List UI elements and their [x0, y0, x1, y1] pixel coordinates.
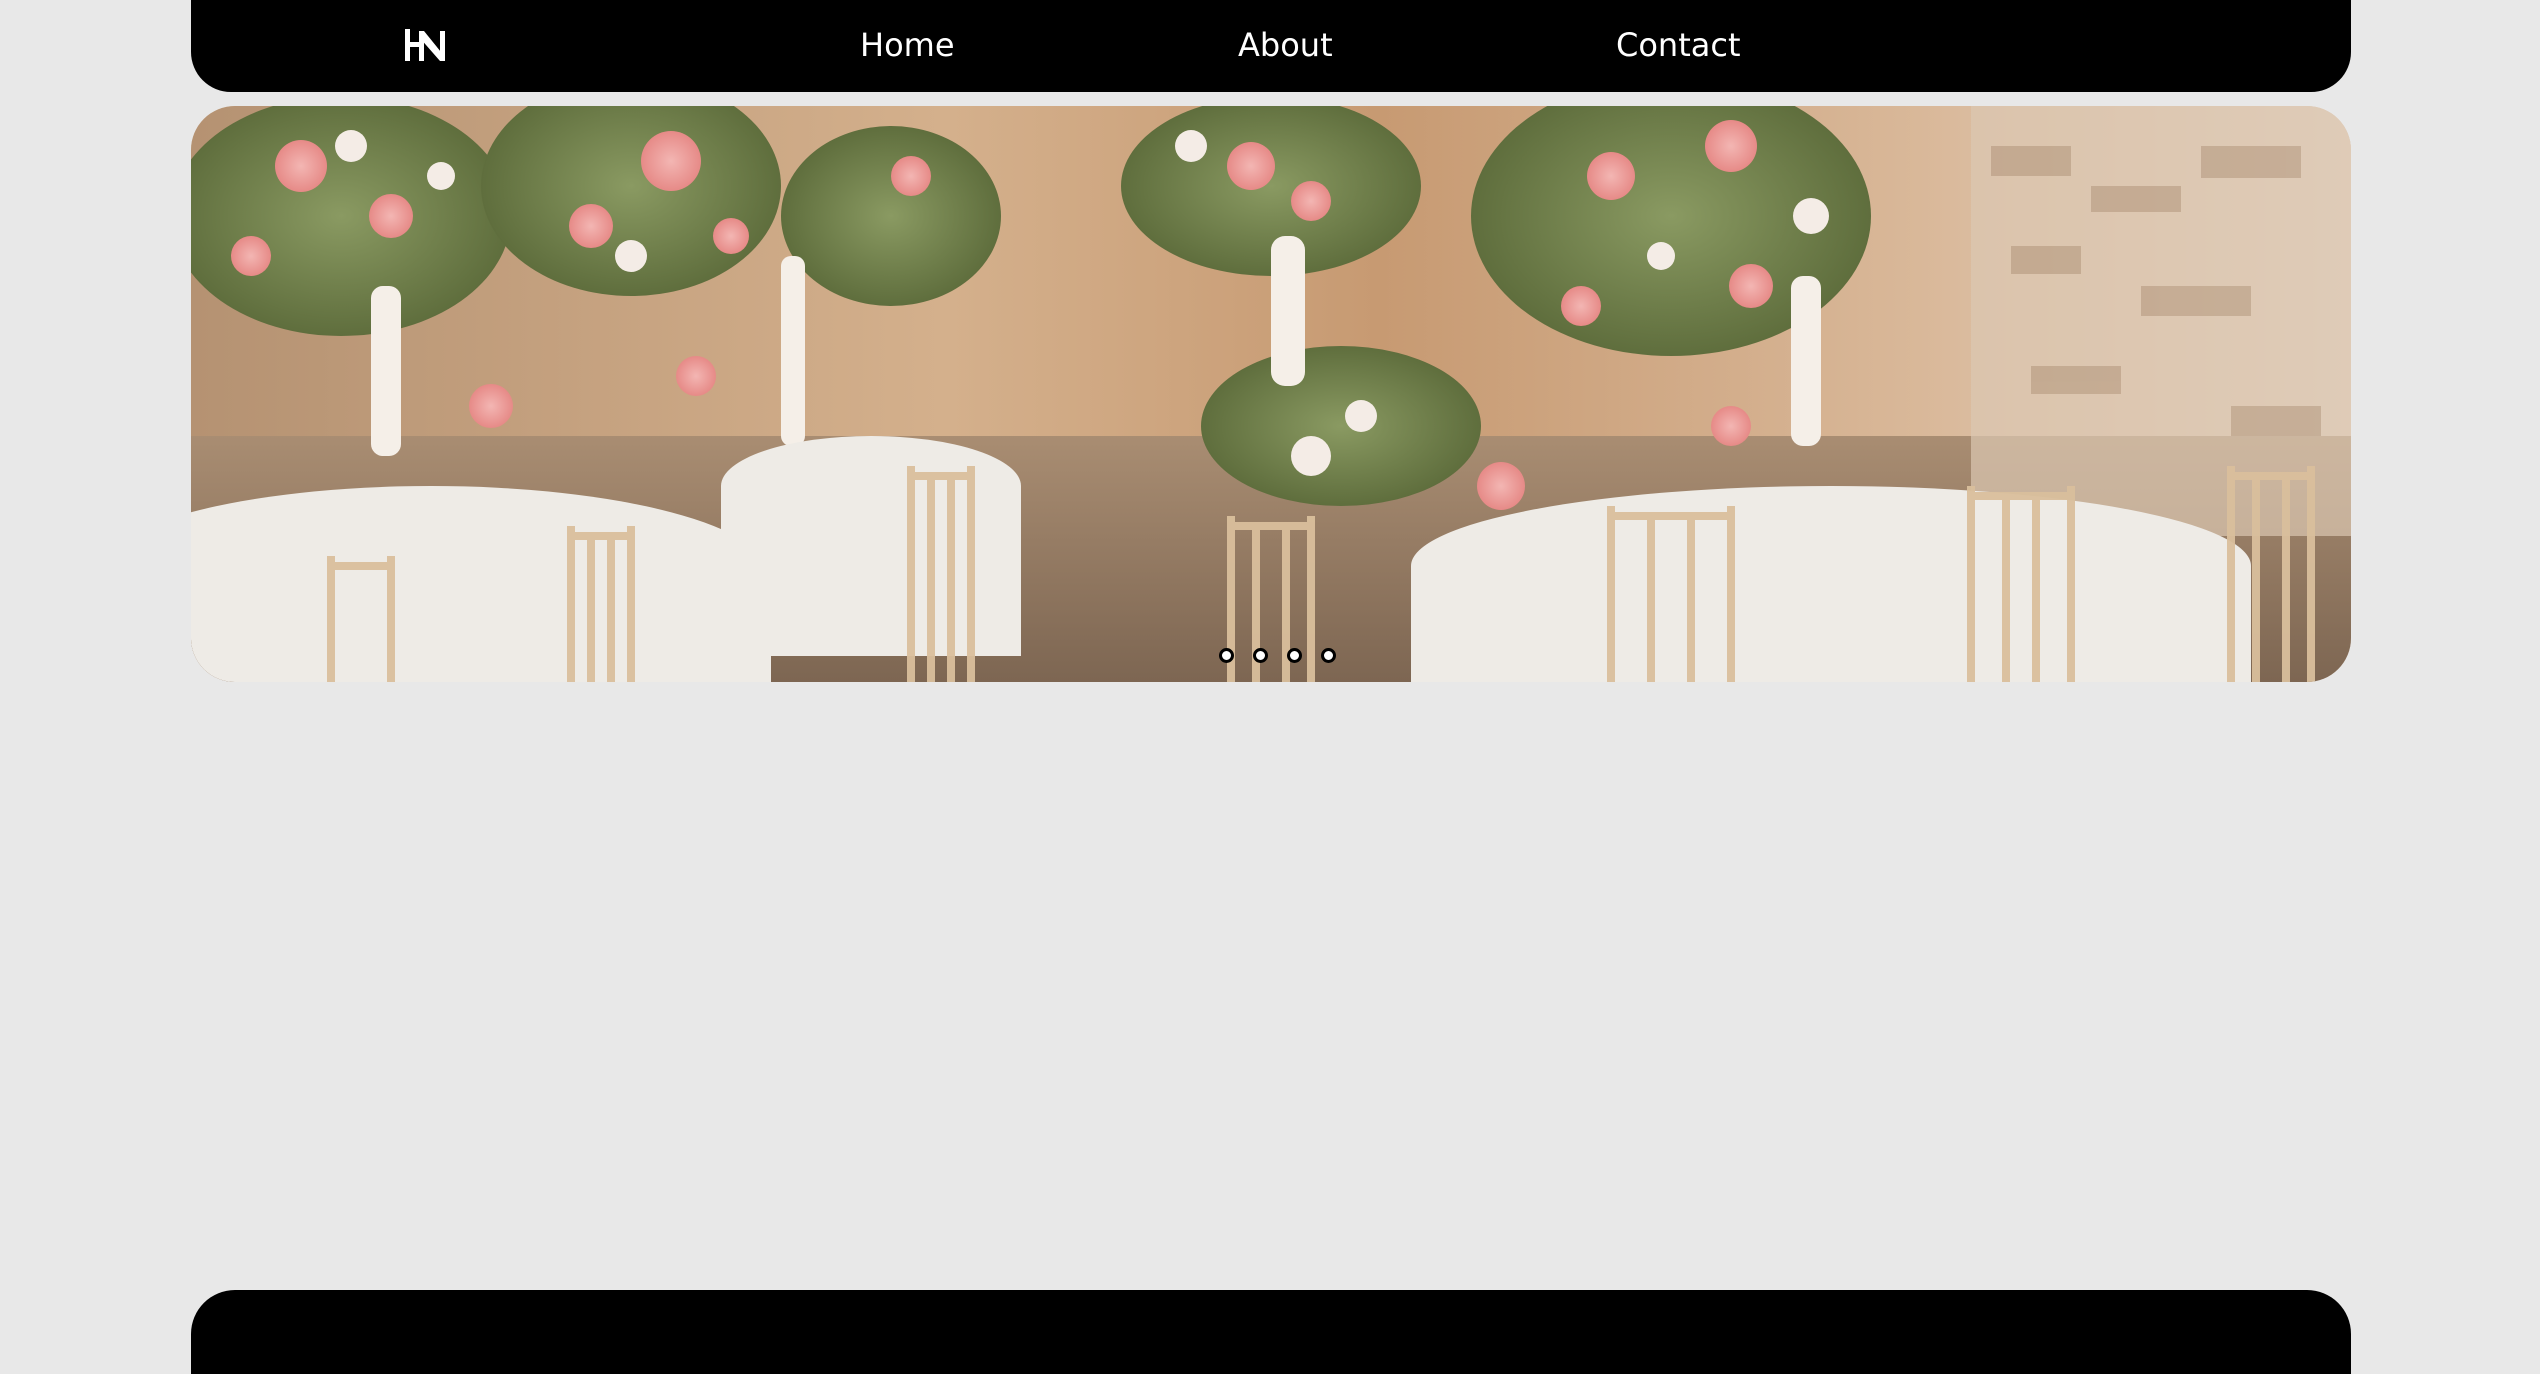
top-navbar: Home About Contact	[191, 0, 2351, 92]
nav-link-contact[interactable]: Contact	[1616, 22, 1741, 68]
carousel-dot-1[interactable]	[1218, 648, 1234, 663]
carousel-dot-3[interactable]	[1286, 648, 1302, 663]
site-logo[interactable]	[403, 22, 451, 68]
nav-link-home[interactable]: Home	[860, 22, 955, 68]
nav-link-about[interactable]: About	[1238, 22, 1333, 68]
carousel-dot-4[interactable]	[1320, 648, 1336, 663]
footer-bar	[191, 1290, 2351, 1374]
carousel-dot-2[interactable]	[1252, 648, 1268, 663]
carousel-dots	[197, 648, 2351, 663]
hero-carousel	[191, 106, 2351, 682]
wedding-venue-image	[191, 106, 2351, 682]
hn-logo-icon	[405, 29, 445, 61]
